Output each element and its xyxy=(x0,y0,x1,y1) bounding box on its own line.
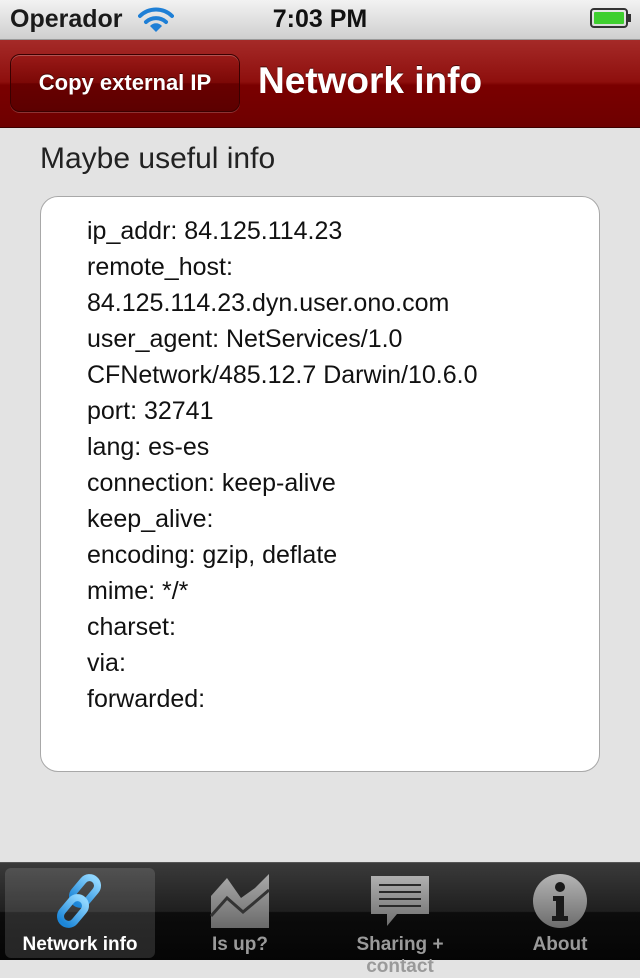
info-line: connection: keep-alive xyxy=(87,469,336,497)
navigation-bar: Copy external IP Network info xyxy=(0,40,640,128)
tab-bar: Network info Is up? Sharing + contact Ab… xyxy=(0,862,640,977)
info-line: 84.125.114.23.dyn.user.ono.com xyxy=(87,289,450,317)
speech-bubble-icon xyxy=(371,876,429,926)
info-icon xyxy=(533,874,587,928)
tab-label: Network info xyxy=(22,934,138,955)
info-line: port: 32741 xyxy=(87,397,214,425)
info-line: charset: xyxy=(87,613,176,641)
status-bar: Operador 7:03 PM xyxy=(0,0,640,40)
clock: 7:03 PM xyxy=(272,5,368,33)
info-line: remote_host: xyxy=(87,253,233,281)
section-title: Maybe useful info xyxy=(40,142,276,175)
area-chart-icon xyxy=(209,874,270,928)
tab-is-up[interactable]: Is up? xyxy=(165,868,315,958)
page-title: Network info xyxy=(258,60,483,101)
info-line: forwarded: xyxy=(87,685,206,713)
tab-label: Sharing + contact xyxy=(356,934,444,977)
info-box: ip_addr: 84.125.114.23 remote_host: 84.1… xyxy=(40,196,600,772)
info-line: ip_addr: 84.125.114.23 xyxy=(87,217,343,245)
info-line: mime: */* xyxy=(87,577,189,605)
info-lines: ip_addr: 84.125.114.23 remote_host: 84.1… xyxy=(87,213,477,717)
tab-about[interactable]: About xyxy=(485,868,635,958)
chain-link-icon xyxy=(57,874,101,928)
tab-label: Is up? xyxy=(212,934,268,955)
info-line: via: xyxy=(87,649,126,677)
tab-network-info[interactable]: Network info xyxy=(5,868,155,958)
info-line: lang: es-es xyxy=(87,433,210,461)
copy-external-ip-button[interactable]: Copy external IP xyxy=(10,54,240,112)
info-line: keep_alive: xyxy=(87,505,214,533)
battery-icon xyxy=(590,8,631,28)
info-line: encoding: gzip, deflate xyxy=(87,541,338,569)
info-line: user_agent: NetServices/1.0 xyxy=(87,325,403,353)
info-line: CFNetwork/485.12.7 Darwin/10.6.0 xyxy=(87,361,478,389)
tab-sharing-contact[interactable]: Sharing + contact xyxy=(325,868,475,977)
tab-label: About xyxy=(532,934,588,955)
